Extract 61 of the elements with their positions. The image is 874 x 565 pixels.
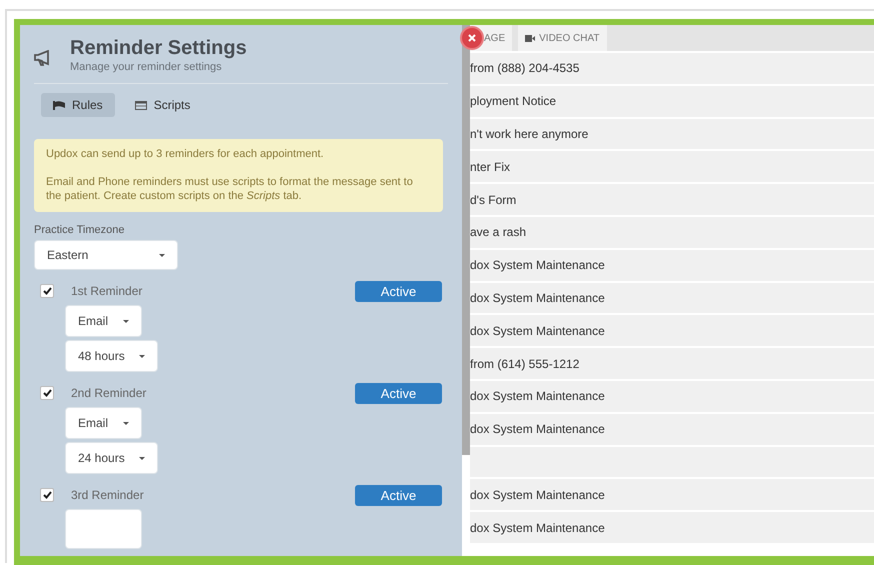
message-row[interactable]: dox System Maintenance <box>470 250 874 281</box>
checkbox[interactable] <box>40 386 54 400</box>
flag-icon <box>53 100 65 110</box>
select-field[interactable]: 24 hours <box>65 442 158 474</box>
active-button[interactable]: Active <box>355 280 442 302</box>
toolbar-button[interactable]: VIDEO CHAT <box>518 25 607 51</box>
checkbox[interactable] <box>40 284 54 298</box>
select-field[interactable]: 48 hours <box>65 340 158 372</box>
message-subject: from (614) 555-1212 <box>470 356 580 371</box>
message-row[interactable]: dox System Maintenance <box>470 282 874 314</box>
message-subject: d's Form <box>470 192 516 207</box>
select-field[interactable]: Email <box>65 407 142 440</box>
info-text: Updox can send up to 3 reminders for each appointment. <box>46 148 325 162</box>
message-subject: ave a rash <box>470 225 526 240</box>
message-subject: dox System Maintenance <box>470 258 605 272</box>
caret-icon <box>139 456 145 460</box>
active-button[interactable]: Active <box>355 484 442 506</box>
caret-icon <box>139 354 145 358</box>
message-row[interactable]: from (888) 204-4535 <box>470 53 874 84</box>
message-row[interactable]: nter Fix <box>470 151 874 182</box>
message-subject: dox System Maintenance <box>470 290 605 305</box>
message-subject: n't work here anymore <box>470 126 588 141</box>
message-row[interactable]: dox System Maintenance <box>470 380 874 412</box>
info-text: Email and Phone reminders must use scripts to format the message sent to the patient. Create custom scripts on the Scripts tab. <box>46 176 414 204</box>
message-row[interactable]: dox System Maintenance <box>470 479 874 510</box>
scrollbar[interactable] <box>462 25 470 455</box>
caret-icon <box>123 320 129 323</box>
message-row[interactable]: dox System Maintenance <box>470 512 874 543</box>
message-subject: dox System Maintenance <box>470 488 605 502</box>
caret-icon <box>159 254 165 257</box>
message-row[interactable]: d's Form <box>470 184 874 215</box>
message-subject: ployment Notice <box>470 94 556 108</box>
message-row[interactable]: from (614) 555-1212 <box>470 348 874 379</box>
close-icon <box>468 34 476 42</box>
reminder-label: 3rd Reminder <box>71 488 144 502</box>
tab[interactable]: Scripts <box>122 93 202 117</box>
video-camera-icon <box>525 34 536 42</box>
list-icon <box>134 100 147 110</box>
caret-icon <box>123 422 129 425</box>
tab[interactable]: Rules <box>41 93 115 117</box>
reminder-label: 2nd Reminder <box>71 386 146 400</box>
message-row[interactable]: ave a rash <box>470 216 874 248</box>
message-subject: from (888) 204-4535 <box>470 61 580 76</box>
message-row[interactable]: n't work here anymore <box>470 118 874 150</box>
timezone-label: Practice Timezone <box>34 224 126 236</box>
reminder-label: 1st Reminder <box>71 284 142 298</box>
panel-subtitle: Manage your reminder settings <box>70 61 223 73</box>
message-subject: dox System Maintenance <box>470 389 605 404</box>
select-field[interactable]: Email <box>65 305 142 338</box>
message-subject: dox System Maintenance <box>470 324 605 338</box>
timezone-select[interactable]: Eastern <box>34 240 178 270</box>
panel-title: Reminder Settings <box>70 37 247 60</box>
message-subject: dox System Maintenance <box>470 422 605 436</box>
message-subject: dox System Maintenance <box>470 520 605 535</box>
active-button[interactable]: Active <box>355 382 442 404</box>
message-row[interactable]: dox System Maintenance <box>470 315 874 346</box>
message-row[interactable]: ployment Notice <box>470 86 874 117</box>
select-field[interactable] <box>65 509 142 550</box>
message-subject: nter Fix <box>470 160 510 174</box>
message-row[interactable]: dox System Maintenance <box>470 414 874 445</box>
checkbox[interactable] <box>40 488 54 502</box>
